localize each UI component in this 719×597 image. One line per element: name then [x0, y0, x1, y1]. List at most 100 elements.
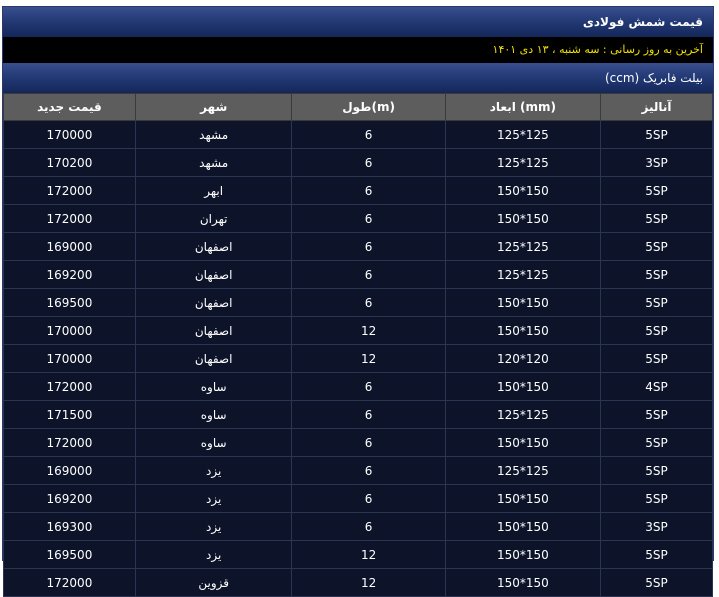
column-header-length: طول(m)	[291, 93, 446, 121]
price-cell: 172000	[3, 204, 136, 233]
city-cell: ساوه	[134, 428, 293, 457]
price-cell: 169300	[3, 512, 136, 541]
dimensions-cell: 125*125	[444, 456, 601, 485]
table-row: 170000 مشهد 6 125*125 5SP	[3, 120, 714, 149]
length-cell: 6	[291, 400, 446, 429]
length-cell: 6	[291, 372, 446, 401]
analysis-cell: 5SP	[599, 288, 714, 317]
length-cell: 6	[291, 232, 446, 261]
column-header-analysis: آنالیز	[599, 93, 714, 121]
length-cell: 6	[291, 120, 446, 149]
length-cell: 6	[291, 148, 446, 177]
dimensions-cell: 150*150	[444, 568, 601, 597]
table-row: 169200 یزد 6 150*150 5SP	[3, 484, 714, 513]
table-body: 170000 مشهد 6 125*125 5SP 170200 مشهد 6 125*125 3…	[3, 120, 714, 597]
analysis-cell: 3SP	[599, 512, 714, 541]
dimensions-cell: 150*150	[444, 484, 601, 513]
dimensions-cell: 125*125	[444, 260, 601, 289]
length-cell: 12	[291, 540, 446, 569]
length-cell: 6	[291, 512, 446, 541]
length-cell: 12	[291, 344, 446, 373]
analysis-cell: 5SP	[599, 540, 714, 569]
analysis-cell: 3SP	[599, 148, 714, 177]
city-cell: اصفهان	[134, 260, 293, 289]
table-row: 170000 اصفهان 12 150*150 5SP	[3, 316, 714, 345]
price-cell: 170000	[3, 316, 136, 345]
city-cell: اصفهان	[134, 232, 293, 261]
length-cell: 12	[291, 316, 446, 345]
table-row: 169000 اصفهان 6 125*125 5SP	[3, 232, 714, 261]
analysis-cell: 5SP	[599, 260, 714, 289]
city-cell: یزد	[134, 484, 293, 513]
price-cell: 169000	[3, 456, 136, 485]
dimensions-cell: 125*125	[444, 148, 601, 177]
analysis-cell: 5SP	[599, 456, 714, 485]
city-cell: ساوه	[134, 400, 293, 429]
length-cell: 6	[291, 288, 446, 317]
last-update-text: آخرین به روز رسانی : سه شنبه ، ۱۳ دی ۱۴۰…	[492, 43, 703, 56]
table-row: 172000 ساوه 6 150*150 5SP	[3, 428, 714, 457]
city-cell: یزد	[134, 540, 293, 569]
city-cell: اصفهان	[134, 344, 293, 373]
price-cell: 172000	[3, 568, 136, 597]
dimensions-cell: 120*120	[444, 344, 601, 373]
city-cell: ابهر	[134, 176, 293, 205]
price-cell: 170200	[3, 148, 136, 177]
column-header-dimensions: ابعاد (mm)	[444, 93, 601, 121]
city-cell: مشهد	[134, 120, 293, 149]
price-cell: 172000	[3, 428, 136, 457]
section-titlebar: بیلت فابریک (ccm)	[3, 63, 713, 93]
city-cell: یزد	[134, 512, 293, 541]
price-panel: قیمت شمش فولادی آخرین به روز رسانی : سه …	[2, 6, 714, 597]
price-cell: 171500	[3, 400, 136, 429]
price-cell: 169500	[3, 540, 136, 569]
table-row: 172000 ابهر 6 150*150 5SP	[3, 176, 714, 205]
price-cell: 169200	[3, 260, 136, 289]
table-row: 169500 یزد 12 150*150 5SP	[3, 540, 714, 569]
analysis-cell: 5SP	[599, 204, 714, 233]
table-row: 169500 اصفهان 6 150*150 5SP	[3, 288, 714, 317]
length-cell: 6	[291, 260, 446, 289]
dimensions-cell: 125*125	[444, 232, 601, 261]
price-cell: 170000	[3, 120, 136, 149]
dimensions-cell: 125*125	[444, 400, 601, 429]
table-row: 169200 اصفهان 6 125*125 5SP	[3, 260, 714, 289]
dimensions-cell: 150*150	[444, 204, 601, 233]
city-cell: مشهد	[134, 148, 293, 177]
price-cell: 170000	[3, 344, 136, 373]
length-cell: 12	[291, 568, 446, 597]
dimensions-cell: 150*150	[444, 316, 601, 345]
length-cell: 6	[291, 484, 446, 513]
table-row: 172000 تهران 6 150*150 5SP	[3, 204, 714, 233]
column-header-city: شهر	[134, 93, 293, 121]
table-row: 169300 یزد 6 150*150 3SP	[3, 512, 714, 541]
panel-title: قیمت شمش فولادی	[582, 15, 703, 29]
table-row: 170200 مشهد 6 125*125 3SP	[3, 148, 714, 177]
analysis-cell: 5SP	[599, 344, 714, 373]
table-header-row: قیمت جدید شهر طول(m) ابعاد (mm) آنالیز	[3, 93, 714, 121]
dimensions-cell: 125*125	[444, 120, 601, 149]
length-cell: 6	[291, 204, 446, 233]
analysis-cell: 5SP	[599, 484, 714, 513]
analysis-cell: 5SP	[599, 232, 714, 261]
price-table: قیمت جدید شهر طول(m) ابعاد (mm) آنالیز 1…	[3, 93, 714, 597]
length-cell: 6	[291, 456, 446, 485]
price-cell: 172000	[3, 372, 136, 401]
table-row: 171500 ساوه 6 125*125 5SP	[3, 400, 714, 429]
analysis-cell: 4SP	[599, 372, 714, 401]
length-cell: 6	[291, 428, 446, 457]
section-title: بیلت فابریک (ccm)	[604, 71, 703, 85]
price-cell: 169500	[3, 288, 136, 317]
length-cell: 6	[291, 176, 446, 205]
table-row: 170000 اصفهان 12 120*120 5SP	[3, 344, 714, 373]
analysis-cell: 5SP	[599, 568, 714, 597]
price-cell: 169200	[3, 484, 136, 513]
analysis-cell: 5SP	[599, 316, 714, 345]
city-cell: یزد	[134, 456, 293, 485]
last-update-bar: آخرین به روز رسانی : سه شنبه ، ۱۳ دی ۱۴۰…	[3, 37, 713, 63]
panel-titlebar: قیمت شمش فولادی	[3, 7, 713, 37]
dimensions-cell: 150*150	[444, 372, 601, 401]
price-cell: 169000	[3, 232, 136, 261]
dimensions-cell: 150*150	[444, 288, 601, 317]
city-cell: ساوه	[134, 372, 293, 401]
